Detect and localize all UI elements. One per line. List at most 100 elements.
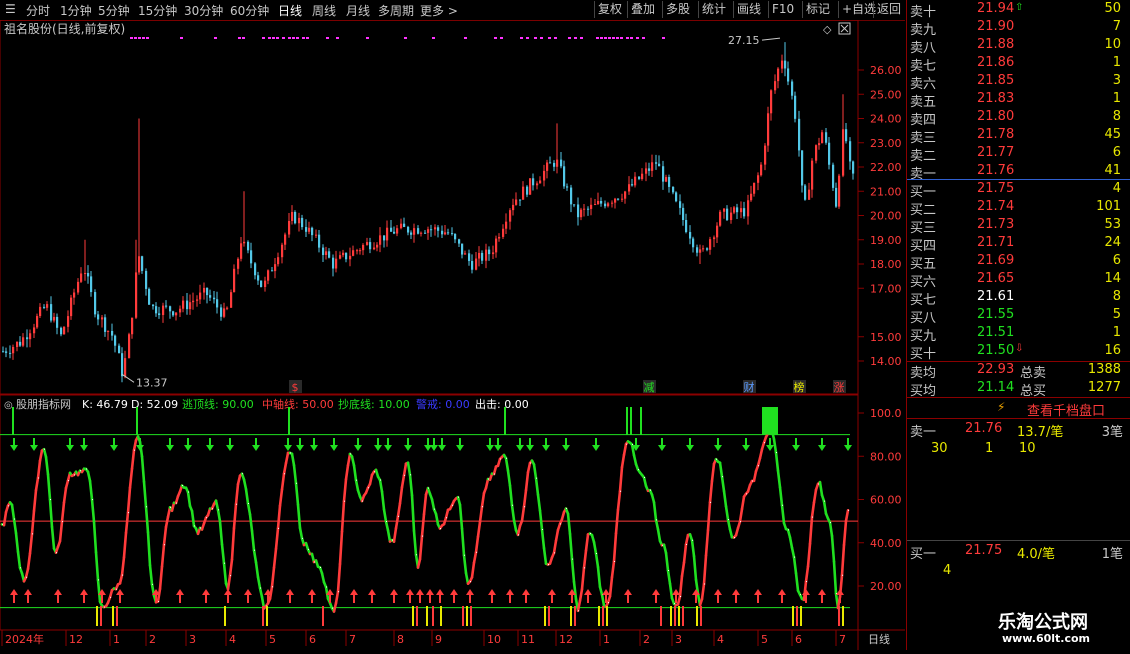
kd-line-segment [644, 478, 646, 486]
buy-arrow-head [506, 589, 514, 595]
kd-dot [170, 507, 171, 508]
period-tab-10[interactable]: 更多 > [420, 2, 458, 19]
sell-level-4[interactable]: 卖六21.853 [907, 73, 1130, 91]
period-tab-5[interactable]: 60分钟 [230, 2, 269, 19]
kd-line-segment [160, 567, 162, 589]
order-volume: 45 [1104, 127, 1121, 142]
kd-line-segment [542, 530, 544, 549]
kd-line-segment [806, 566, 808, 581]
kd-dot [362, 501, 363, 502]
price-tick-label: 23.00 [870, 137, 902, 150]
kd-dot [188, 492, 189, 493]
sell-level-5[interactable]: 卖五21.831 [907, 91, 1130, 109]
buy-level-7[interactable]: 买八21.555 [907, 307, 1130, 325]
kd-dot [458, 497, 459, 498]
top-signal-bar [288, 407, 290, 435]
kd-line-segment [244, 480, 246, 490]
toolbar-button-0[interactable]: 复权 [594, 1, 622, 18]
period-tab-4[interactable]: 30分钟 [184, 2, 223, 19]
kd-line-segment [820, 482, 822, 495]
candle-body [495, 239, 497, 253]
collapse-icon[interactable]: ◎ [4, 400, 13, 411]
period-tab-8[interactable]: 月线 [346, 2, 370, 19]
kd-line-segment [776, 453, 778, 471]
toolbar-button-7[interactable]: +自选 [838, 1, 876, 18]
buy-level-0[interactable]: 买一21.754 [907, 181, 1130, 199]
period-tab-0[interactable]: 分时 [26, 2, 50, 19]
buy-arrow-head [778, 589, 786, 595]
menu-icon[interactable]: ☰ [5, 2, 16, 16]
kd-line-segment [146, 507, 148, 532]
candle-body [590, 205, 592, 209]
toolbar-button-5[interactable]: F10 [768, 1, 794, 18]
candle-body [842, 129, 844, 175]
date-label: 10 [487, 633, 501, 646]
kd-dot [134, 450, 135, 451]
sell-level-7[interactable]: 卖三21.7845 [907, 127, 1130, 145]
kd-line-segment [346, 465, 348, 479]
candle-body [53, 317, 55, 321]
toolbar-button-1[interactable]: 叠加 [627, 1, 655, 18]
toolbar-button-3[interactable]: 统计 [698, 1, 726, 18]
candle-body [162, 306, 164, 315]
kd-dot [14, 519, 15, 520]
kd-dot [374, 471, 375, 472]
sell-level-6[interactable]: 卖四21.808 [907, 109, 1130, 127]
kd-line-segment [796, 573, 798, 590]
sell-level-2[interactable]: 卖八21.8810 [907, 37, 1130, 55]
order-price: 21.77 [977, 145, 1014, 160]
chart-area[interactable]: 26.0025.0024.0023.0022.0021.0020.0019.00… [0, 20, 905, 650]
period-tab-7[interactable]: 周线 [312, 2, 336, 19]
buy-level-6[interactable]: 买七21.618 [907, 289, 1130, 307]
candle-body [124, 358, 126, 376]
kd-line-segment [524, 490, 526, 507]
thousand-level-link[interactable]: 查看千档盘口 [1027, 400, 1105, 419]
candle-body [9, 353, 11, 354]
sell-level-8[interactable]: 卖二21.776 [907, 145, 1130, 163]
date-label: 2 [643, 633, 650, 646]
sell-arrow-head [374, 445, 382, 451]
buy-arrow-head [416, 589, 424, 595]
sell-level-3[interactable]: 卖七21.861 [907, 55, 1130, 73]
kd-line-segment [230, 560, 232, 576]
order-volume: 1 [1113, 91, 1121, 106]
toolbar-button-2[interactable]: 多股 [662, 1, 690, 18]
period-tab-9[interactable]: 多周期 [378, 2, 414, 19]
kd-dot [746, 493, 747, 494]
sell-level-1[interactable]: 卖九21.907 [907, 19, 1130, 37]
candle-body [730, 213, 732, 220]
period-tab-3[interactable]: 15分钟 [138, 2, 177, 19]
buy-level-3[interactable]: 买四21.7124 [907, 235, 1130, 253]
candle-body [206, 288, 208, 295]
kd-line-segment [342, 501, 344, 531]
kd-dot [572, 559, 573, 560]
period-tab-1[interactable]: 1分钟 [60, 2, 92, 19]
period-tab-2[interactable]: 5分钟 [98, 2, 130, 19]
candle-body [407, 227, 409, 233]
buy-level-2[interactable]: 买三21.7353 [907, 217, 1130, 235]
toolbar-button-4[interactable]: 画线 [733, 1, 761, 18]
candle-body [645, 168, 647, 173]
kline-chart[interactable]: 26.0025.0024.0023.0022.0021.0020.0019.00… [0, 20, 905, 650]
buy-level-5[interactable]: 买六21.6514 [907, 271, 1130, 289]
toolbar-button-8[interactable]: 返回 [873, 1, 901, 18]
signal-bar [602, 606, 604, 626]
kd-dot [704, 584, 705, 585]
price-tick-label: 25.00 [870, 88, 902, 101]
kd-line-segment [92, 500, 94, 522]
buy-level-8[interactable]: 买九21.511 [907, 325, 1130, 343]
buy-level-4[interactable]: 买五21.696 [907, 253, 1130, 271]
kd-dot [674, 603, 675, 604]
sell-arrow-head [542, 445, 550, 451]
buy-level-1[interactable]: 买二21.74101 [907, 199, 1130, 217]
toolbar-button-6[interactable]: 标记 [802, 1, 830, 18]
buy-arrow-head [624, 589, 632, 595]
signal-bar [112, 606, 114, 626]
period-tab-6[interactable]: 日线 [278, 2, 302, 19]
kd-line-segment [580, 589, 582, 601]
candle-body [29, 333, 31, 339]
kd-line-segment [380, 480, 382, 492]
diamond-icon[interactable]: ◇ [823, 23, 832, 36]
candle-body [791, 82, 793, 96]
kd-dot [596, 553, 597, 554]
